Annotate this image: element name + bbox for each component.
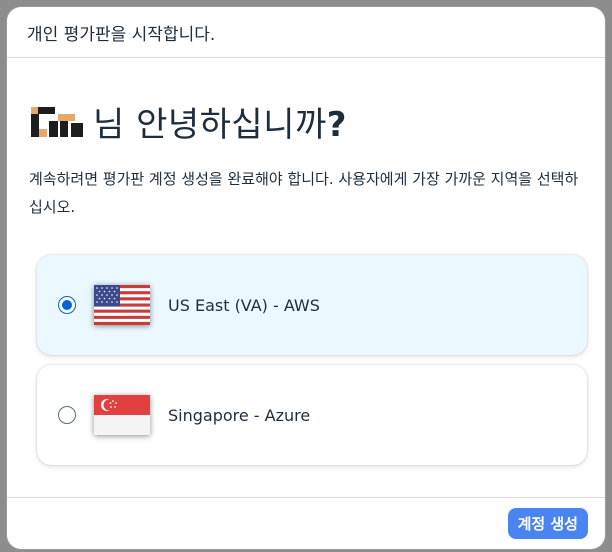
region-option-us-east[interactable]: US East (VA) - AWS bbox=[37, 255, 587, 355]
radio-selected-dot bbox=[62, 300, 72, 310]
greeting-question-mark: ? bbox=[326, 105, 348, 145]
greeting-message: 님 안녕하십니까 bbox=[93, 105, 327, 145]
dialog-header: 개인 평가판을 시작합니다. bbox=[7, 7, 605, 58]
greeting: 님 안녕하십니까? bbox=[31, 97, 347, 146]
region-label-us-east: US East (VA) - AWS bbox=[168, 295, 320, 315]
create-account-button[interactable]: 계정 생성 bbox=[507, 508, 588, 539]
region-label-singapore: Singapore - Azure bbox=[168, 405, 311, 425]
region-radio-us-east[interactable] bbox=[58, 296, 76, 314]
dialog-footer: 계정 생성 bbox=[7, 497, 605, 549]
greeting-text: 님 안녕하십니까? bbox=[93, 97, 347, 146]
region-option-singapore[interactable]: Singapore - Azure bbox=[37, 365, 587, 465]
user-logo-icon bbox=[31, 106, 83, 137]
start-trial-dialog: 개인 평가판을 시작합니다. 님 안녕하십니까? 계속하려면 평가판 계정 생성… bbox=[7, 7, 605, 549]
singapore-flag-icon bbox=[94, 395, 150, 435]
region-radio-singapore[interactable] bbox=[58, 406, 76, 424]
description-text: 계속하려면 평가판 계정 생성을 완료해야 합니다. 사용자에게 가장 가까운 … bbox=[29, 170, 579, 216]
us-flag-icon bbox=[94, 285, 150, 325]
dialog-title: 개인 평가판을 시작합니다. bbox=[27, 24, 216, 45]
